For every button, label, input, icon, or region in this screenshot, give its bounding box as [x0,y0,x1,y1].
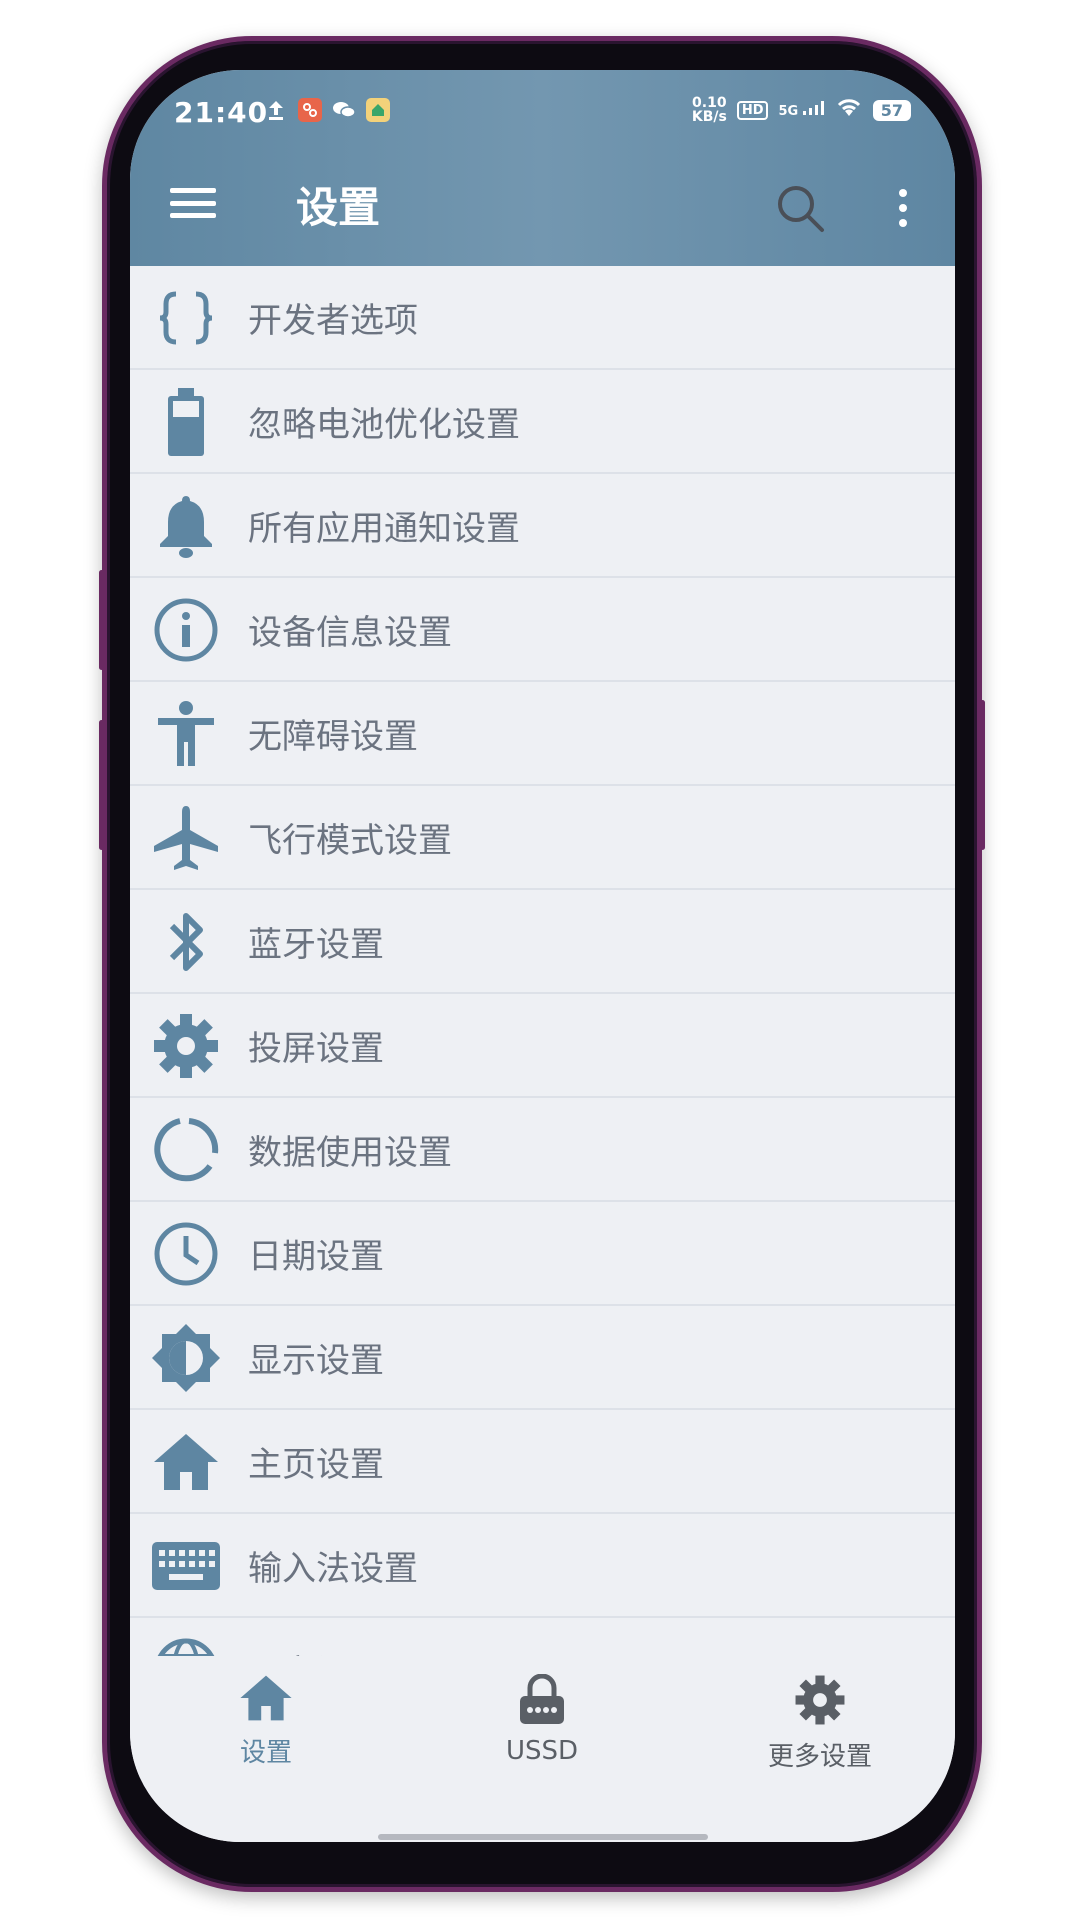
wechat-icon [332,98,356,122]
settings-item-label: 所有应用通知设置 [248,508,520,549]
info-icon [150,594,222,666]
system-icons: 0.10 KB/s HD 5G 57 [692,96,911,124]
phone-side-button [99,570,104,670]
settings-item-home[interactable]: 主页设置 [130,1410,955,1514]
store-icon [366,98,390,122]
code-braces-icon [150,282,222,354]
network-speed-value: 0.10 [692,95,727,111]
home-indicator[interactable] [378,1834,708,1840]
app-bar: 21:40 0.10 KB/s HD 5G 57 设置 [130,70,955,266]
network-speed-unit: KB/s [691,109,727,125]
settings-item-date[interactable]: 日期设置 [130,1202,955,1306]
settings-item-label: 设备信息设置 [248,612,452,653]
network-type: 5G [778,104,799,119]
settings-item-label: 开发者选项 [248,300,418,341]
settings-item-label: 数据使用设置 [248,1132,452,1173]
nav-item-more-settings[interactable]: 更多设置 [720,1674,920,1773]
settings-item-label: 输入法设置 [248,1548,418,1589]
search-icon[interactable] [772,180,828,236]
settings-list: 开发者选项 忽略电池优化设置 所有应用通知设置 设备信息设置 无障碍设置 飞行模… [130,266,955,1722]
nav-label: USSD [505,1736,579,1766]
settings-item-label: 飞行模式设置 [248,820,452,861]
status-time: 21:40 [174,96,269,129]
nav-label: 更多设置 [767,1742,872,1772]
airplane-icon [150,802,222,874]
bluetooth-icon [150,906,222,978]
settings-item-label: 投屏设置 [248,1028,384,1069]
settings-item-battery-optimization[interactable]: 忽略电池优化设置 [130,370,955,474]
settings-item-label: 日期设置 [248,1236,384,1277]
clock-icon [150,1218,222,1290]
upload-icon [264,98,288,122]
nav-label: 设置 [239,1738,292,1768]
settings-item-device-info[interactable]: 设备信息设置 [130,578,955,682]
home-icon [238,1674,294,1726]
more-options-icon[interactable] [888,180,918,236]
notification-icons [264,98,390,122]
battery-icon [150,386,222,458]
settings-item-screen-cast[interactable]: 投屏设置 [130,994,955,1098]
settings-item-airplane-mode[interactable]: 飞行模式设置 [130,786,955,890]
bell-icon [150,490,222,562]
hd-badge: HD [736,100,769,120]
lock-icon [516,1673,568,1730]
wifi-icon [835,96,863,124]
signal-bars-icon [802,101,824,115]
nav-item-ussd[interactable]: USSD [442,1673,642,1766]
bottom-navigation: 设置 USSD 更多设置 [130,1656,955,1842]
phone-power-button [980,700,985,850]
home-icon [150,1426,222,1498]
settings-item-input-method[interactable]: 输入法设置 [130,1514,955,1618]
network-speed: 0.10 KB/s [692,96,727,124]
nav-item-settings[interactable]: 设置 [166,1674,366,1769]
settings-item-display[interactable]: 显示设置 [130,1306,955,1410]
settings-item-bluetooth[interactable]: 蓝牙设置 [130,890,955,994]
keyboard-icon [150,1530,222,1602]
page-title: 设置 [296,183,381,232]
phone-screen: 21:40 0.10 KB/s HD 5G 57 设置 开发者选项 忽略电池优化… [130,70,955,1842]
app-notification-icon [298,98,322,122]
signal-5g: 5G [778,101,824,119]
settings-item-app-notifications[interactable]: 所有应用通知设置 [130,474,955,578]
gear-icon [150,1010,222,1082]
settings-item-label: 无障碍设置 [248,716,418,757]
settings-item-label: 忽略电池优化设置 [248,404,520,445]
gear-icon [794,1674,846,1730]
battery-level: 57 [872,99,911,121]
settings-item-label: 蓝牙设置 [248,924,384,965]
settings-item-accessibility[interactable]: 无障碍设置 [130,682,955,786]
accessibility-icon [150,698,222,770]
brightness-icon [150,1322,222,1394]
menu-icon[interactable] [170,180,216,226]
status-bar: 21:40 0.10 KB/s HD 5G 57 [174,94,911,134]
toolbar: 设置 [130,160,955,250]
settings-item-data-usage[interactable]: 数据使用设置 [130,1098,955,1202]
settings-item-developer-options[interactable]: 开发者选项 [130,266,955,370]
data-usage-icon [150,1114,222,1186]
settings-item-label: 主页设置 [248,1444,384,1485]
phone-side-button [99,720,104,850]
settings-item-label: 显示设置 [248,1340,384,1381]
